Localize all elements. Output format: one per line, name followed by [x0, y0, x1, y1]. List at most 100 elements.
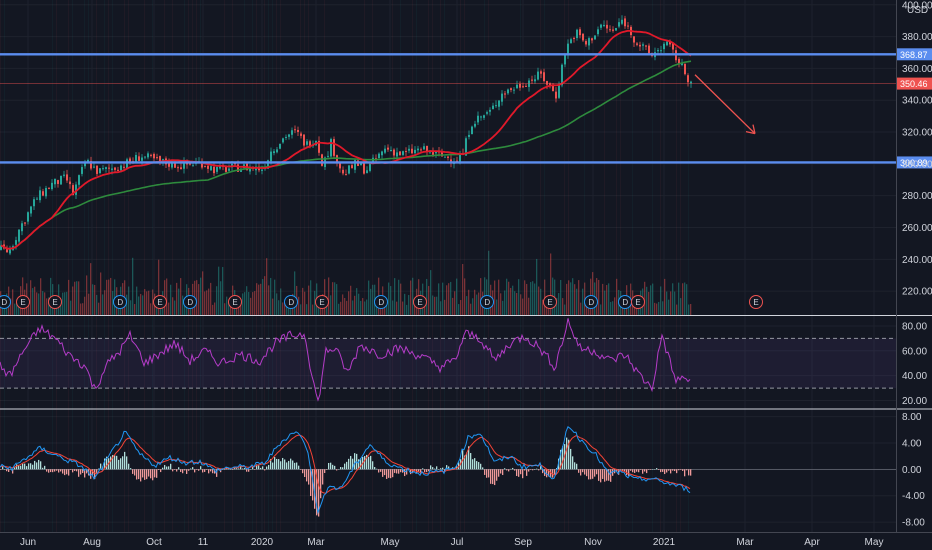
macd-histogram-bar: [600, 469, 602, 483]
macd-histogram-bar: [142, 469, 144, 478]
volume-bar: [346, 300, 348, 315]
macd-histogram-bar: [496, 469, 498, 481]
volume-bar: [100, 272, 102, 315]
macd-histogram-bar: [56, 469, 58, 471]
macd-histogram-bar: [184, 469, 186, 471]
volume-bar: [370, 288, 372, 315]
macd-histogram-bar: [620, 469, 622, 470]
macd-histogram-bar: [386, 469, 388, 479]
volume-bar: [254, 291, 256, 315]
session-stripe: [256, 0, 257, 532]
macd-histogram-bar: [208, 469, 210, 474]
session-stripe: [620, 0, 621, 532]
volume-bar: [578, 280, 580, 315]
volume-bar: [406, 304, 408, 315]
macd-histogram-bar: [200, 466, 202, 470]
macd-histogram-bar: [538, 469, 540, 471]
volume-bar: [654, 302, 656, 315]
volume-bar: [182, 295, 184, 315]
macd-histogram-bar: [426, 469, 428, 473]
last-price-label: 350.46: [900, 79, 928, 89]
macd-histogram-bar: [82, 469, 84, 474]
volume-bar: [502, 300, 504, 315]
volume-bar: [512, 285, 514, 315]
macd-histogram-bar: [236, 468, 238, 470]
candle-body: [639, 44, 641, 47]
chart-canvas[interactable]: 368.87300.89350.46 DEEDEDEDEDEDEDDEE 220…: [0, 0, 932, 550]
macd-histogram-bar: [136, 469, 138, 480]
session-stripe: [184, 0, 185, 532]
macd-histogram-bar: [8, 469, 10, 473]
session-stripe: [412, 0, 413, 532]
candle-body: [552, 86, 554, 92]
candle-body: [405, 151, 407, 153]
volume-bar: [572, 278, 574, 315]
candle-body: [99, 168, 101, 174]
macd-histogram-bar: [644, 469, 646, 472]
session-stripe: [540, 0, 541, 532]
candle-body: [627, 25, 629, 27]
volume-bar: [516, 292, 518, 315]
session-stripe: [372, 0, 373, 532]
candle-body: [36, 198, 38, 200]
volume-bar: [216, 286, 218, 315]
price-tick-label: 280.00: [902, 191, 932, 202]
candle-body: [369, 163, 371, 171]
volume-bar: [650, 285, 652, 315]
macd-histogram-bar: [380, 469, 382, 472]
candle-body: [33, 199, 35, 207]
volume-bar: [448, 283, 450, 315]
session-stripe: [440, 0, 441, 532]
macd-histogram-bar: [278, 459, 280, 470]
candle-body: [117, 169, 119, 171]
volume-bar: [528, 297, 530, 315]
volume-bar: [220, 281, 222, 315]
candle-body: [444, 156, 446, 158]
candle-body: [468, 134, 470, 137]
volume-bar: [684, 282, 686, 315]
candle-body: [57, 180, 59, 184]
macd-histogram-bar: [324, 469, 326, 473]
macd-histogram-bar: [516, 469, 518, 476]
candle-body: [261, 169, 263, 171]
candle-body: [21, 223, 23, 232]
candle-body: [210, 166, 212, 171]
macd-histogram-bar: [566, 437, 568, 470]
candle-body: [144, 156, 146, 158]
volume-bar: [46, 298, 48, 315]
macd-histogram-bar: [484, 469, 486, 475]
session-stripe: [416, 0, 417, 532]
macd-histogram-bar: [80, 469, 82, 475]
volume-bar: [62, 292, 64, 315]
candle-body: [522, 86, 524, 88]
macd-histogram-bar: [140, 469, 142, 482]
macd-histogram-bar: [472, 459, 474, 470]
volume-bar: [534, 283, 536, 315]
candle-body: [54, 178, 56, 185]
volume-bar: [532, 281, 534, 315]
macd-histogram-bar: [246, 469, 248, 472]
macd-histogram-bar: [204, 469, 206, 472]
candle-body: [120, 165, 122, 171]
candle-body: [189, 163, 191, 165]
macd-histogram-bar: [584, 469, 586, 475]
volume-bar: [86, 275, 88, 315]
volume-bar: [360, 300, 362, 315]
macd-histogram-bar: [512, 467, 514, 470]
candle-body: [633, 36, 635, 43]
macd-histogram-bar: [34, 460, 36, 470]
macd-histogram-bar: [4, 469, 6, 470]
candle-body: [399, 151, 401, 156]
volume-bar: [274, 279, 276, 315]
candle-body: [417, 148, 419, 151]
earnings-marker-label: E: [232, 298, 237, 307]
volume-bar: [66, 291, 68, 315]
volume-bar: [330, 295, 332, 315]
macd-histogram-bar: [526, 469, 528, 476]
volume-bar: [358, 293, 360, 315]
volume-bar: [658, 301, 660, 315]
candle-body: [642, 44, 644, 46]
macd-histogram-bar: [22, 463, 24, 470]
macd-histogram-bar: [152, 469, 154, 481]
macd-histogram-bar: [690, 469, 692, 476]
